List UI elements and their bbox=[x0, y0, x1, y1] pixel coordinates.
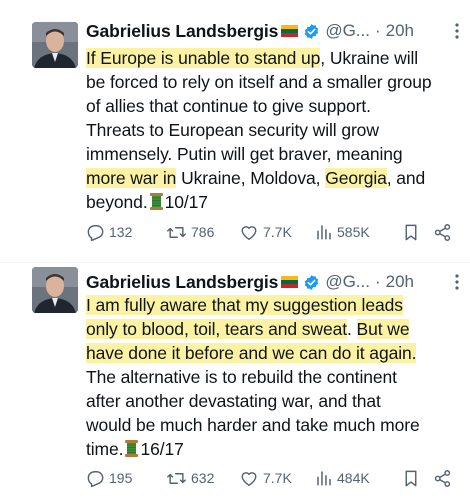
share-button[interactable] bbox=[433, 223, 452, 242]
tweet-text-line: The alternative is to rebuild the contin… bbox=[86, 365, 458, 389]
reply-icon bbox=[87, 224, 104, 241]
tweet-text-line: be forced to rely on itself and a smalle… bbox=[86, 70, 458, 94]
like-button[interactable]: 7.7K bbox=[239, 469, 315, 488]
views-icon bbox=[317, 471, 331, 486]
tweet-time[interactable]: 20h bbox=[386, 21, 414, 41]
author-name[interactable]: Gabrielius Landsbergis bbox=[86, 21, 278, 42]
tweet-text-segment: beyond. bbox=[86, 192, 148, 212]
repost-button[interactable]: 786 bbox=[166, 223, 239, 242]
tweet-text-segment: 16/17 bbox=[140, 439, 184, 459]
avatar-portrait bbox=[32, 22, 78, 68]
reply-count: 195 bbox=[109, 470, 133, 486]
more-options-icon[interactable] bbox=[454, 22, 460, 40]
like-icon bbox=[241, 225, 257, 240]
tweet-text: I am fully aware that my suggestion lead… bbox=[86, 293, 458, 461]
more-options-icon[interactable] bbox=[454, 273, 460, 291]
tweet-text-line: have done it before and we can do it aga… bbox=[86, 341, 458, 365]
tweet-text-line: only to blood, toil, tears and sweat. Bu… bbox=[86, 317, 458, 341]
verified-badge-icon bbox=[305, 23, 319, 39]
tweet-text-line: would be much harder and take much more bbox=[86, 413, 458, 437]
tweet-1[interactable]: Gabrielius Landsbergis @G... · 20h If Eu… bbox=[0, 0, 470, 262]
avatar-portrait bbox=[32, 267, 78, 313]
tweet-text-line: immensely. Putin will get braver, meanin… bbox=[86, 142, 458, 166]
tweet-text: If Europe is unable to stand up, Ukraine… bbox=[86, 46, 458, 214]
spool-of-thread-emoji bbox=[125, 440, 139, 457]
tweet-text-segment: , and bbox=[386, 168, 426, 188]
views-button[interactable]: 484K bbox=[315, 469, 403, 487]
verified-badge-icon bbox=[305, 274, 319, 290]
highlighted-text: If Europe is unable to stand up bbox=[86, 48, 321, 68]
tweet-text-line: Threats to European security will grow bbox=[86, 118, 458, 142]
highlighted-text: I am fully aware that my suggestion lead… bbox=[86, 295, 403, 315]
tweet-text-segment: of allies that continue to give support. bbox=[86, 96, 371, 116]
lithuania-flag-emoji bbox=[281, 25, 299, 37]
like-count: 7.7K bbox=[263, 224, 292, 240]
like-icon bbox=[241, 471, 257, 486]
views-button[interactable]: 585K bbox=[315, 223, 403, 241]
tweet-2[interactable]: Gabrielius Landsbergis @G... · 20h I am … bbox=[0, 262, 470, 501]
tweet-header: Gabrielius Landsbergis @G... · 20h bbox=[86, 18, 466, 44]
reply-count: 132 bbox=[109, 224, 133, 240]
author-handle[interactable]: @G... bbox=[325, 21, 370, 41]
lithuania-flag-emoji bbox=[281, 276, 299, 288]
highlighted-text: more war in bbox=[86, 168, 177, 188]
tweet-text-segment: . bbox=[347, 319, 357, 339]
tweet-text-line: If Europe is unable to stand up, Ukraine… bbox=[86, 46, 458, 70]
view-count: 585K bbox=[337, 224, 370, 240]
tweet-text-line: more war in Ukraine, Moldova, Georgia, a… bbox=[86, 166, 458, 190]
tweet-actions: 195 632 7.7K 484K bbox=[86, 466, 456, 490]
tweet-text-segment: Threats to European security will grow bbox=[86, 120, 379, 140]
tweet-text-line: time. 16/17 bbox=[86, 437, 458, 461]
like-button[interactable]: 7.7K bbox=[239, 223, 315, 242]
tweet-text-segment: 10/17 bbox=[164, 192, 208, 212]
avatar[interactable] bbox=[32, 22, 78, 68]
repost-icon bbox=[167, 472, 186, 484]
repost-icon bbox=[167, 226, 186, 238]
tweet-text-segment: Ukraine, Moldova, bbox=[176, 168, 326, 188]
highlighted-text: Georgia bbox=[325, 168, 387, 188]
bookmark-icon bbox=[405, 224, 417, 240]
share-icon bbox=[434, 469, 451, 487]
repost-count: 632 bbox=[191, 470, 215, 486]
tweet-time[interactable]: 20h bbox=[386, 272, 414, 292]
view-count: 484K bbox=[337, 470, 370, 486]
tweet-text-line: of allies that continue to give support. bbox=[86, 94, 458, 118]
tweet-text-line: after another devastating war, and that bbox=[86, 389, 458, 413]
views-icon bbox=[317, 225, 331, 240]
reply-button[interactable]: 132 bbox=[86, 223, 166, 242]
highlighted-text: But we bbox=[356, 319, 410, 339]
author-handle[interactable]: @G... bbox=[325, 272, 370, 292]
tweet-text-segment: immensely. Putin will get braver, meanin… bbox=[86, 144, 403, 164]
tweet-text-segment: time. bbox=[86, 439, 124, 459]
tweet-text-line: I am fully aware that my suggestion lead… bbox=[86, 293, 458, 317]
share-button[interactable] bbox=[433, 469, 452, 488]
tweet-text-segment: after another devastating war, and that bbox=[86, 391, 381, 411]
separator-dot: · bbox=[374, 21, 381, 40]
bookmark-button[interactable] bbox=[403, 223, 433, 242]
tweet-actions: 132 786 7.7K 585K bbox=[86, 220, 456, 244]
reply-icon bbox=[87, 470, 104, 487]
bookmark-icon bbox=[405, 470, 417, 486]
bookmark-button[interactable] bbox=[403, 469, 433, 488]
avatar[interactable] bbox=[32, 267, 78, 313]
repost-button[interactable]: 632 bbox=[166, 469, 239, 488]
tweet-text-segment: The alternative is to rebuild the contin… bbox=[86, 367, 397, 387]
spool-of-thread-emoji bbox=[149, 193, 163, 210]
like-count: 7.7K bbox=[263, 470, 292, 486]
author-name[interactable]: Gabrielius Landsbergis bbox=[86, 272, 278, 293]
tweet-header: Gabrielius Landsbergis @G... · 20h bbox=[86, 269, 466, 295]
tweet-text-segment: would be much harder and take much more bbox=[86, 415, 420, 435]
repost-count: 786 bbox=[191, 224, 215, 240]
highlighted-text: have done it before and we can do it aga… bbox=[86, 343, 417, 363]
reply-button[interactable]: 195 bbox=[86, 469, 166, 488]
tweet-text-segment: , Ukraine will bbox=[320, 48, 419, 68]
tweet-text-segment: be forced to rely on itself and a smalle… bbox=[86, 72, 432, 92]
separator-dot: · bbox=[374, 272, 381, 291]
share-icon bbox=[434, 223, 451, 241]
highlighted-text: only to blood, toil, tears and sweat bbox=[86, 319, 348, 339]
tweet-text-line: beyond. 10/17 bbox=[86, 190, 458, 214]
